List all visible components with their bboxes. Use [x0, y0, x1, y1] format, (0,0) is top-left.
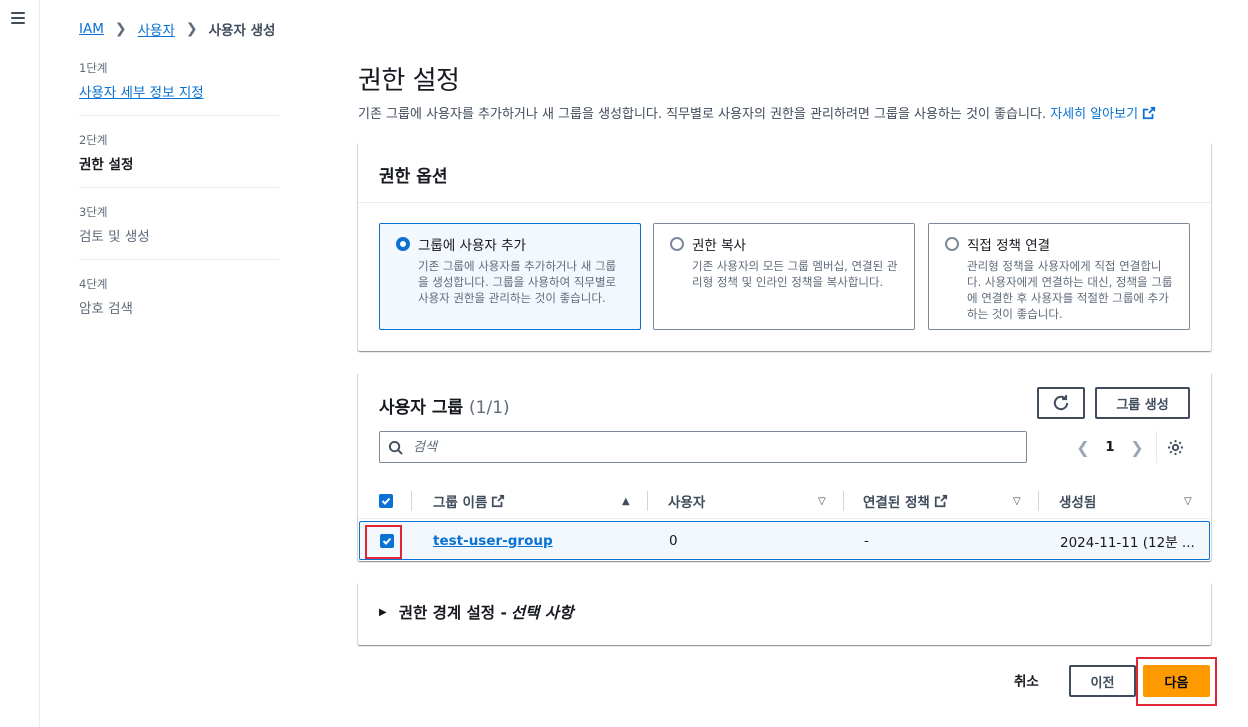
- step-label: 검토 및 생성: [79, 229, 150, 245]
- breadcrumb-current: 사용자 생성: [208, 23, 276, 39]
- wizard-step-2: 2단계 권한 설정: [79, 132, 279, 188]
- option-add-to-group[interactable]: 그룹에 사용자 추가 기존 그룹에 사용자를 추가하거나 새 그룹을 생성합니다…: [379, 223, 641, 330]
- page-title: 권한 설정: [358, 66, 460, 96]
- step-number: 3단계: [79, 205, 108, 219]
- search-box: [379, 431, 1027, 463]
- column-header-label: 그룹 이름: [433, 495, 488, 511]
- column-separator: [1038, 491, 1039, 511]
- user-groups-title-text: 사용자 그룹: [379, 398, 464, 418]
- radio-unselected-icon[interactable]: [945, 237, 959, 251]
- learn-more-link[interactable]: 자세히 알아보기: [1050, 106, 1156, 122]
- check-icon: [382, 537, 392, 545]
- step-number: 1단계: [79, 61, 108, 75]
- option-title: 직접 정책 연결: [967, 238, 1051, 254]
- sort-down-icon[interactable]: ▽: [1013, 496, 1021, 507]
- radio-selected-icon[interactable]: [396, 237, 410, 251]
- column-header-group-name[interactable]: 그룹 이름: [433, 483, 505, 519]
- sort-down-icon[interactable]: ▽: [1184, 496, 1192, 507]
- option-copy-permissions[interactable]: 권한 복사 기존 사용자의 모든 그룹 멤버십, 연결된 관리형 정책 및 인라…: [653, 223, 915, 330]
- wizard-step-3: 3단계 검토 및 생성: [79, 204, 279, 260]
- group-name-text: test-user-group: [433, 532, 553, 549]
- group-created: 2024-11-11 (12분 ...: [1060, 534, 1195, 551]
- group-name-link[interactable]: test-user-group: [433, 522, 553, 559]
- divider: [1156, 431, 1157, 463]
- sort-ascending-icon[interactable]: ▲: [622, 496, 630, 507]
- step-number: 4단계: [79, 277, 108, 291]
- column-separator: [411, 491, 412, 511]
- chevron-right-icon: ❯: [185, 21, 198, 37]
- caret-right-icon: ▶: [379, 606, 387, 618]
- permission-options-title: 권한 옵션: [379, 167, 448, 187]
- user-groups-count: (1/1): [469, 398, 510, 418]
- sort-down-icon[interactable]: ▽: [818, 496, 826, 507]
- step-link-user-details[interactable]: 사용자 세부 정보 지정: [79, 81, 279, 101]
- external-link-icon: [934, 494, 947, 508]
- breadcrumb-iam-link[interactable]: IAM: [79, 21, 104, 37]
- step-number: 2단계: [79, 133, 108, 147]
- page-number[interactable]: 1: [1096, 439, 1124, 455]
- gear-icon[interactable]: [1167, 439, 1184, 456]
- search-input[interactable]: [411, 438, 991, 456]
- user-groups-title: 사용자 그룹 (1/1): [379, 393, 510, 418]
- create-group-button[interactable]: 그룹 생성: [1095, 387, 1190, 419]
- pagination: ❮ 1 ❯: [1070, 431, 1184, 463]
- column-separator: [647, 491, 648, 511]
- learn-more-label: 자세히 알아보기: [1050, 107, 1139, 122]
- divider: [358, 202, 1211, 203]
- wizard-step-4: 4단계 암호 검색: [79, 276, 279, 331]
- page-description-text: 기존 그룹에 사용자를 추가하거나 새 그룹을 생성합니다. 직무별로 사용자의…: [358, 107, 1047, 122]
- column-separator: [843, 491, 844, 511]
- permissions-boundary-toggle[interactable]: ▶ 권한 경계 설정 - 선택 사항: [379, 601, 573, 623]
- radio-unselected-icon[interactable]: [670, 237, 684, 251]
- option-description: 관리형 정책을 사용자에게 직접 연결합니다. 사용자에게 연결하는 대신, 정…: [967, 259, 1173, 321]
- page-description: 기존 그룹에 사용자를 추가하거나 새 그룹을 생성합니다. 직무별로 사용자의…: [358, 103, 1156, 122]
- step-label-current: 권한 설정: [79, 157, 134, 173]
- permissions-boundary-panel: ▶ 권한 경계 설정 - 선택 사항: [358, 582, 1211, 645]
- group-user-count: 0: [669, 532, 678, 549]
- boundary-label: 권한 경계 설정 -: [398, 604, 507, 622]
- external-link-icon: [492, 494, 505, 508]
- column-header-users[interactable]: 사용자: [668, 483, 705, 519]
- user-groups-panel: 사용자 그룹 (1/1) 그룹 생성 ❮ 1 ❯ 그룹 이름 ▲ 사용자 ▽: [358, 372, 1211, 561]
- wizard-steps: 1단계 사용자 세부 정보 지정 2단계 권한 설정 3단계 검토 및 생성 4…: [79, 60, 279, 347]
- breadcrumb: IAM ❯ 사용자 ❯ 사용자 생성: [79, 19, 275, 39]
- refresh-button[interactable]: [1037, 387, 1085, 419]
- chevron-left-icon[interactable]: ❮: [1070, 438, 1096, 457]
- external-link-icon: [1142, 106, 1156, 120]
- table-row[interactable]: test-user-group 0 - 2024-11-11 (12분 ...: [359, 521, 1210, 560]
- check-icon: [381, 497, 391, 505]
- left-navigation-rail: [0, 0, 40, 727]
- select-all-checkbox[interactable]: [379, 494, 393, 508]
- wizard-step-1: 1단계 사용자 세부 정보 지정: [79, 60, 279, 116]
- option-title: 권한 복사: [692, 238, 746, 254]
- refresh-icon: [1053, 395, 1069, 411]
- column-header-label: 연결된 정책: [863, 495, 930, 511]
- row-select-checkbox[interactable]: [380, 534, 394, 548]
- option-title: 그룹에 사용자 추가: [418, 238, 526, 254]
- step-label: 암호 검색: [79, 301, 133, 317]
- breadcrumb-users-link[interactable]: 사용자: [138, 19, 175, 39]
- column-header-attached-policies[interactable]: 연결된 정책: [863, 483, 948, 519]
- next-button[interactable]: 다음: [1143, 665, 1210, 697]
- group-policies: -: [864, 532, 869, 549]
- chevron-right-icon: ❯: [114, 21, 127, 37]
- boundary-optional-label: 선택 사항: [510, 604, 574, 622]
- option-description: 기존 그룹에 사용자를 추가하거나 새 그룹을 생성합니다. 그룹을 사용하여 …: [418, 259, 617, 305]
- table-header: 그룹 이름 ▲ 사용자 ▽ 연결된 정책 ▽ 생성됨 ▽: [358, 483, 1211, 519]
- cancel-button[interactable]: 취소: [1014, 670, 1039, 690]
- chevron-right-icon[interactable]: ❯: [1124, 438, 1150, 457]
- search-icon: [388, 440, 403, 455]
- column-header-created[interactable]: 생성됨: [1059, 483, 1096, 519]
- permission-options-panel: 권한 옵션 그룹에 사용자 추가 기존 그룹에 사용자를 추가하거나 새 그룹을…: [358, 142, 1211, 351]
- option-description: 기존 사용자의 모든 그룹 멤버십, 연결된 관리형 정책 및 인라인 정책을 …: [692, 259, 898, 289]
- menu-icon[interactable]: [11, 12, 25, 24]
- option-attach-policies[interactable]: 직접 정책 연결 관리형 정책을 사용자에게 직접 연결합니다. 사용자에게 연…: [928, 223, 1190, 330]
- previous-button[interactable]: 이전: [1069, 665, 1136, 697]
